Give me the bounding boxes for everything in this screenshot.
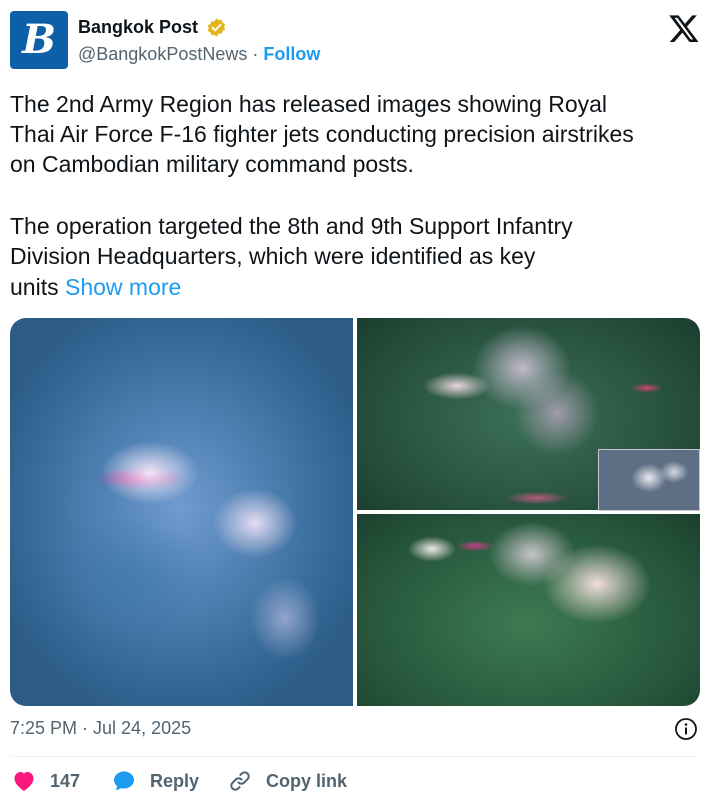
handle-separator: · — [252, 44, 259, 64]
reply-bubble-icon — [114, 771, 134, 791]
account-handle[interactable]: @BangkokPostNews — [78, 44, 247, 64]
reply-label: Reply — [150, 770, 200, 791]
tweet-text-line: Division Headquarters, which were identi… — [10, 243, 536, 269]
handle-line: @BangkokPostNews · Follow — [78, 44, 320, 65]
show-more-link[interactable]: Show more — [65, 274, 181, 300]
inset-thumbnail — [598, 449, 700, 511]
logo-letter: B — [22, 16, 56, 63]
media-image-left[interactable] — [10, 318, 353, 706]
footer-divider — [10, 756, 700, 757]
x-logo-icon[interactable] — [668, 12, 700, 44]
tweet-text-line: Thai Air Force F-16 fighter jets conduct… — [10, 121, 634, 147]
like-button[interactable]: 147 — [12, 768, 80, 794]
tweet-text-line: on Cambodian military command posts. — [10, 151, 414, 177]
account-name[interactable]: Bangkok Post — [78, 17, 198, 38]
media-image-bottom-right[interactable] — [357, 514, 700, 706]
verified-badge-icon — [207, 18, 226, 37]
link-icon — [230, 771, 250, 791]
tweet-timestamp[interactable]: 7:25 PM · Jul 24, 2025 — [10, 718, 191, 739]
tweet-text-line: The 2nd Army Region has released images … — [10, 91, 608, 117]
tweet-text-line: The operation targeted the 8th and 9th S… — [10, 213, 573, 239]
reply-button[interactable]: Reply — [112, 768, 199, 794]
copy-link-label: Copy link — [266, 770, 348, 791]
follow-button[interactable]: Follow — [263, 44, 320, 64]
tweet-text-fragment: units — [10, 274, 59, 300]
likes-count: 147 — [50, 770, 81, 791]
info-icon[interactable] — [674, 717, 698, 741]
media-image-top-right[interactable] — [357, 318, 700, 511]
copy-link-button[interactable]: Copy link — [228, 768, 347, 794]
tweet-text-line-last: units Show more — [10, 272, 181, 302]
heart-icon — [14, 772, 34, 791]
media-grid — [10, 318, 700, 706]
account-avatar-logo[interactable]: B — [10, 11, 68, 69]
